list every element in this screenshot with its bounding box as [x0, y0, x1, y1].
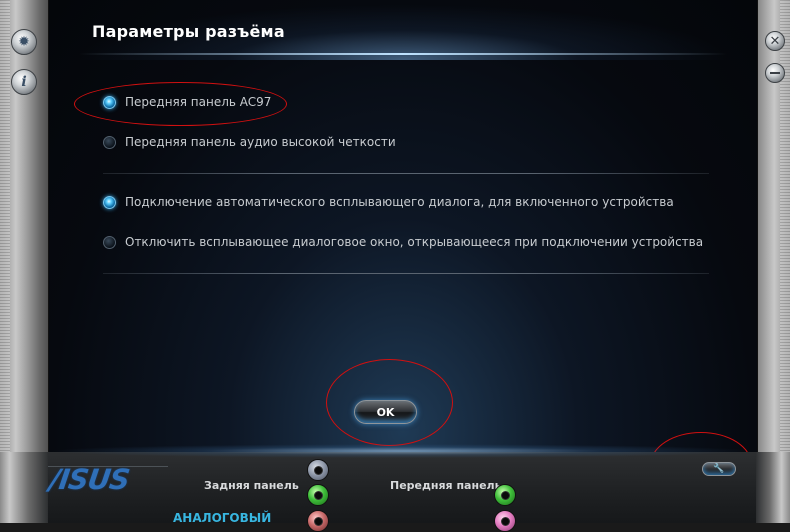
- page-title: Параметры разъёма: [92, 22, 285, 41]
- front-jack-pink[interactable]: [494, 510, 516, 532]
- radio-auto-popup-enable[interactable]: Подключение автоматического всплывающего…: [103, 195, 674, 209]
- radio-label: Подключение автоматического всплывающего…: [125, 195, 674, 209]
- minimize-icon: [770, 72, 780, 74]
- front-panel-label: Передняя панель: [390, 479, 502, 492]
- close-button[interactable]: ✕: [765, 31, 785, 51]
- gear-icon: ✹: [18, 34, 30, 50]
- radio-label: Передняя панель аудио высокой четкости: [125, 135, 396, 149]
- radio-front-panel-ac97[interactable]: Передняя панель AC97: [103, 95, 271, 109]
- wrench-icon: 🔧: [713, 463, 725, 474]
- info-button[interactable]: i: [11, 69, 37, 95]
- dialog-panel: Параметры разъёма Передняя панель AC97 П…: [48, 0, 758, 452]
- ok-button[interactable]: OK: [354, 400, 417, 424]
- minimize-button[interactable]: [765, 63, 785, 83]
- rear-jack-green[interactable]: [307, 484, 329, 506]
- radio-indicator[interactable]: [103, 135, 116, 149]
- bottom-glow: [48, 444, 756, 458]
- settings-button[interactable]: ✹: [11, 29, 37, 55]
- front-jack-green[interactable]: [494, 484, 516, 506]
- rear-jack-pink[interactable]: [307, 510, 329, 532]
- close-icon: ✕: [769, 33, 781, 49]
- divider: [103, 173, 709, 174]
- radio-indicator[interactable]: [103, 235, 116, 249]
- radio-indicator-checked[interactable]: [103, 95, 116, 109]
- divider: [103, 273, 709, 274]
- radio-auto-popup-disable[interactable]: Отключить всплывающее диалоговое окно, о…: [103, 235, 703, 249]
- asus-logo: /ISUS: [47, 463, 132, 496]
- connector-settings-button[interactable]: 🔧: [702, 462, 736, 476]
- title-underline: [79, 53, 727, 55]
- info-icon: i: [21, 74, 27, 90]
- bottom-frame-right: [756, 452, 790, 523]
- radio-front-panel-hd-audio[interactable]: Передняя панель аудио высокой четкости: [103, 135, 396, 149]
- radio-indicator-checked[interactable]: [103, 195, 116, 209]
- bottom-frame-left: [0, 452, 48, 523]
- rear-jack-grey[interactable]: [307, 459, 329, 481]
- radio-label: Отключить всплывающее диалоговое окно, о…: [125, 235, 704, 249]
- radio-label: Передняя панель AC97: [125, 95, 272, 109]
- frame-texture-left: [0, 0, 10, 523]
- rear-panel-label: Задняя панель: [204, 479, 299, 492]
